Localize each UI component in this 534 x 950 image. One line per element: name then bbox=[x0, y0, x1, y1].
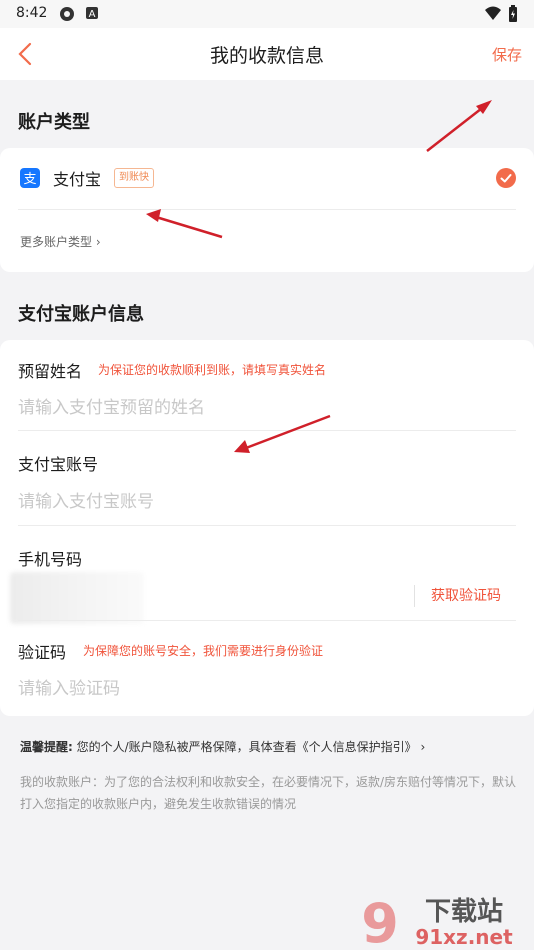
watermark-logo: 9 下载站 91xz.net bbox=[361, 892, 513, 950]
alipay-logo-icon: 支 bbox=[20, 168, 40, 188]
get-verification-code-button[interactable]: 获取验证码 bbox=[431, 585, 501, 605]
name-label: 预留姓名 bbox=[18, 362, 83, 381]
svg-text:支: 支 bbox=[23, 172, 36, 187]
a-notification-icon: A bbox=[86, 7, 98, 20]
account-note: 我的收款账户：为了您的合法权利和收款安全，在必要情况下，返款/房东赔付等情况下，… bbox=[20, 775, 517, 811]
watermark-brand: 下载站 bbox=[425, 897, 503, 927]
tip-text: 您的个人/账户隐私被严格保障，具体查看《个人信息保护指引》 › bbox=[72, 740, 426, 754]
svg-text:9: 9 bbox=[361, 892, 399, 950]
privacy-tip[interactable]: 温馨提醒: 您的个人/账户隐私被严格保障，具体查看《个人信息保护指引》 › bbox=[20, 738, 425, 755]
nav-bar: 我的收款信息 保存 bbox=[0, 28, 534, 80]
code-hint: 为保障您的账号安全，我们需要进行身份验证 bbox=[83, 644, 324, 658]
code-label: 验证码 bbox=[18, 643, 67, 662]
code-field-group: 验证码 为保障您的账号安全，我们需要进行身份验证 请输入验证码 bbox=[0, 621, 534, 715]
account-type-card: 支 支付宝 到账快 更多账户类型 › bbox=[0, 148, 534, 272]
watermark-domain: 91xz.net bbox=[415, 925, 513, 949]
status-time: 8:42 bbox=[16, 5, 48, 21]
alipay-account-label: 支付宝账号 bbox=[18, 455, 99, 474]
annotation-arrow-icon bbox=[426, 100, 492, 152]
alipay-account-input[interactable]: 请输入支付宝账号 bbox=[18, 487, 418, 512]
tip-prefix: 温馨提醒: bbox=[20, 740, 73, 754]
alipay-option[interactable]: 支 支付宝 到账快 bbox=[0, 148, 534, 208]
account-type-title: 账户类型 bbox=[18, 112, 90, 133]
account-info-title: 支付宝账户信息 bbox=[18, 304, 144, 325]
name-input[interactable]: 请输入支付宝预留的姓名 bbox=[18, 393, 418, 418]
phone-number-input[interactable] bbox=[10, 572, 144, 624]
annotation-arrow-icon bbox=[234, 414, 331, 453]
app-notification-icon bbox=[60, 7, 74, 21]
name-hint: 为保证您的收款顺利到账，请填写真实姓名 bbox=[98, 363, 327, 377]
more-account-types-link[interactable]: 更多账户类型 › bbox=[20, 233, 101, 250]
svg-text:A: A bbox=[89, 9, 96, 20]
divider bbox=[18, 209, 516, 210]
verification-code-input[interactable]: 请输入验证码 bbox=[18, 674, 418, 699]
selected-check-icon bbox=[496, 168, 516, 188]
annotation-arrow-icon bbox=[146, 209, 223, 239]
phone-label: 手机号码 bbox=[18, 550, 83, 569]
vertical-divider bbox=[414, 585, 415, 607]
status-bar: 8:42 A bbox=[0, 0, 534, 28]
fast-arrival-badge: 到账快 bbox=[114, 168, 154, 188]
page-title: 我的收款信息 bbox=[209, 45, 324, 67]
save-button[interactable]: 保存 bbox=[492, 44, 522, 65]
battery-icon bbox=[509, 5, 517, 22]
wifi-icon bbox=[485, 6, 501, 20]
alipay-option-label: 支付宝 bbox=[53, 170, 102, 189]
